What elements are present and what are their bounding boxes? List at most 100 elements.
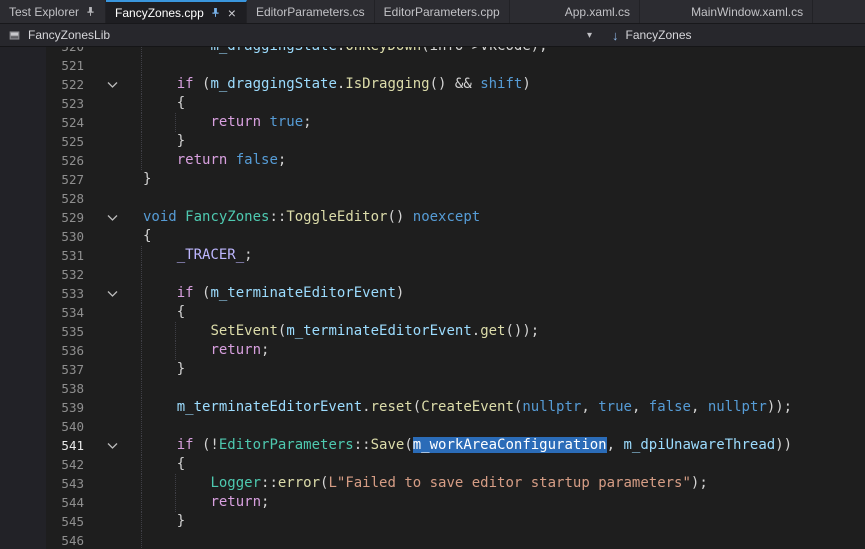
breakpoint-margin[interactable] <box>0 113 46 132</box>
line-number[interactable]: 529 <box>46 208 84 227</box>
line-number[interactable]: 521 <box>46 56 84 75</box>
line-number[interactable]: 531 <box>46 246 84 265</box>
breakpoint-margin[interactable] <box>0 512 46 531</box>
line-number[interactable]: 537 <box>46 360 84 379</box>
breakpoint-margin[interactable] <box>0 189 46 208</box>
breakpoint-margin[interactable] <box>0 379 46 398</box>
line-number[interactable]: 523 <box>46 94 84 113</box>
line-number[interactable]: 545 <box>46 512 84 531</box>
tab-editorparameters-cs[interactable]: EditorParameters.cs <box>247 0 375 23</box>
code-line: 524 return true; <box>0 113 865 132</box>
tab-mainwindow-xaml-cs[interactable]: MainWindow.xaml.cs <box>682 0 813 23</box>
breakpoint-margin[interactable] <box>0 284 46 303</box>
breakpoint-margin[interactable] <box>0 417 46 436</box>
line-number[interactable]: 536 <box>46 341 84 360</box>
code-text[interactable] <box>140 56 865 75</box>
breakpoint-margin[interactable] <box>0 151 46 170</box>
breakpoint-margin[interactable] <box>0 208 46 227</box>
code-text[interactable]: if (m_terminateEditorEvent) <box>140 284 865 303</box>
code-text[interactable]: _TRACER_; <box>140 246 865 265</box>
line-number[interactable]: 542 <box>46 455 84 474</box>
line-number[interactable]: 524 <box>46 113 84 132</box>
pin-icon[interactable] <box>85 6 96 17</box>
code-text[interactable] <box>140 265 865 284</box>
breakpoint-margin[interactable] <box>0 474 46 493</box>
fold-chevron-icon[interactable] <box>84 284 140 303</box>
code-text[interactable]: m_draggingState.OnKeyDown(info->vkCode); <box>140 47 865 56</box>
member-dropdown[interactable]: ↓ FancyZones <box>600 24 865 46</box>
code-text[interactable]: void FancyZones::ToggleEditor() noexcept <box>140 208 865 227</box>
line-number[interactable]: 527 <box>46 170 84 189</box>
breakpoint-margin[interactable] <box>0 56 46 75</box>
code-text[interactable]: { <box>140 303 865 322</box>
breakpoint-margin[interactable] <box>0 170 46 189</box>
line-number[interactable]: 526 <box>46 151 84 170</box>
tab-editorparameters-cpp[interactable]: EditorParameters.cpp <box>375 0 510 23</box>
code-token: _TRACER_ <box>177 247 244 263</box>
code-text[interactable]: { <box>140 455 865 474</box>
fold-chevron-icon[interactable] <box>84 75 140 94</box>
breakpoint-margin[interactable] <box>0 322 46 341</box>
breakpoint-margin[interactable] <box>0 360 46 379</box>
code-text[interactable] <box>140 189 865 208</box>
breakpoint-margin[interactable] <box>0 436 46 455</box>
project-dropdown[interactable]: FancyZonesLib ▾ <box>0 24 600 46</box>
indent-guide <box>141 417 142 436</box>
breakpoint-margin[interactable] <box>0 493 46 512</box>
code-text[interactable]: } <box>140 170 865 189</box>
line-number[interactable]: 532 <box>46 265 84 284</box>
tab-test-explorer[interactable]: Test Explorer <box>0 0 106 23</box>
breakpoint-margin[interactable] <box>0 303 46 322</box>
code-text[interactable]: SetEvent(m_terminateEditorEvent.get()); <box>140 322 865 341</box>
tab-fancyzones-cpp[interactable]: FancyZones.cpp× <box>106 0 247 23</box>
code-text[interactable]: return true; <box>140 113 865 132</box>
code-text[interactable]: } <box>140 512 865 531</box>
breakpoint-margin[interactable] <box>0 47 46 56</box>
line-number[interactable]: 538 <box>46 379 84 398</box>
breakpoint-margin[interactable] <box>0 132 46 151</box>
close-icon[interactable]: × <box>227 6 237 20</box>
code-text[interactable]: if (!EditorParameters::Save(m_workAreaCo… <box>140 436 865 455</box>
code-text[interactable]: } <box>140 360 865 379</box>
breakpoint-margin[interactable] <box>0 455 46 474</box>
line-number[interactable]: 546 <box>46 531 84 549</box>
breakpoint-margin[interactable] <box>0 227 46 246</box>
code-text[interactable] <box>140 531 865 549</box>
code-text[interactable]: return; <box>140 493 865 512</box>
line-number[interactable]: 525 <box>46 132 84 151</box>
line-number[interactable]: 533 <box>46 284 84 303</box>
line-number[interactable]: 522 <box>46 75 84 94</box>
breakpoint-margin[interactable] <box>0 94 46 113</box>
code-text[interactable]: { <box>140 227 865 246</box>
line-number[interactable]: 530 <box>46 227 84 246</box>
line-number[interactable]: 543 <box>46 474 84 493</box>
line-number[interactable]: 541 <box>46 436 84 455</box>
breakpoint-margin[interactable] <box>0 265 46 284</box>
line-number[interactable]: 539 <box>46 398 84 417</box>
breakpoint-margin[interactable] <box>0 75 46 94</box>
line-number[interactable]: 535 <box>46 322 84 341</box>
code-text[interactable]: Logger::error(L"Failed to save editor st… <box>140 474 865 493</box>
code-text[interactable] <box>140 379 865 398</box>
code-editor[interactable]: 520 m_draggingState.OnKeyDown(info->vkCo… <box>0 47 865 549</box>
line-number[interactable]: 544 <box>46 493 84 512</box>
breakpoint-margin[interactable] <box>0 531 46 549</box>
code-text[interactable]: { <box>140 94 865 113</box>
code-text[interactable]: return false; <box>140 151 865 170</box>
breakpoint-margin[interactable] <box>0 341 46 360</box>
code-text[interactable]: } <box>140 132 865 151</box>
fold-chevron-icon[interactable] <box>84 436 140 455</box>
line-number[interactable]: 534 <box>46 303 84 322</box>
pin-icon[interactable] <box>210 7 221 18</box>
line-number[interactable]: 528 <box>46 189 84 208</box>
line-number[interactable]: 520 <box>46 47 84 56</box>
tab-app-xaml-cs[interactable]: App.xaml.cs <box>556 0 640 23</box>
line-number[interactable]: 540 <box>46 417 84 436</box>
code-text[interactable]: return; <box>140 341 865 360</box>
code-text[interactable]: if (m_draggingState.IsDragging() && shif… <box>140 75 865 94</box>
fold-chevron-icon[interactable] <box>84 208 140 227</box>
breakpoint-margin[interactable] <box>0 246 46 265</box>
breakpoint-margin[interactable] <box>0 398 46 417</box>
code-text[interactable] <box>140 417 865 436</box>
code-text[interactable]: m_terminateEditorEvent.reset(CreateEvent… <box>140 398 865 417</box>
